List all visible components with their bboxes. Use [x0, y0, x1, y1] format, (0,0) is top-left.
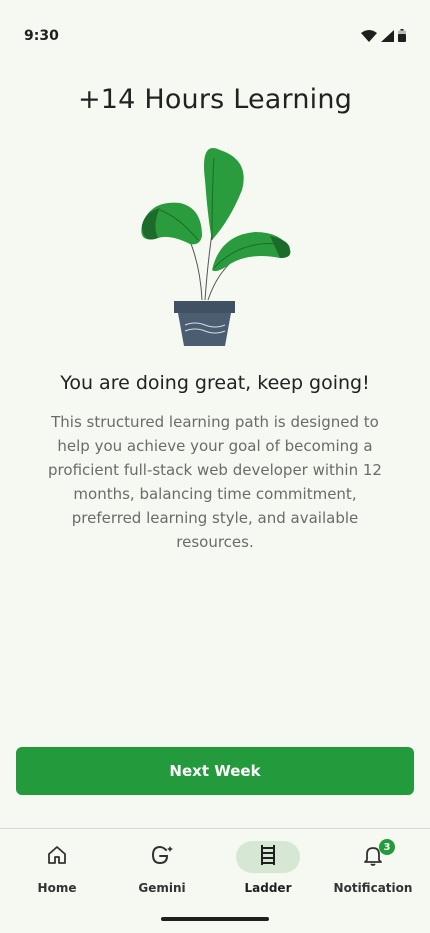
home-icon [46, 844, 68, 871]
nav-item-gemini[interactable]: Gemini [112, 841, 212, 901]
nav-label-ladder: Ladder [244, 881, 292, 895]
nav-item-notification[interactable]: 3 Notification [323, 839, 423, 901]
home-indicator[interactable] [161, 917, 269, 921]
next-week-button[interactable]: Next Week [16, 747, 414, 795]
nav-label-notification: Notification [333, 881, 413, 895]
signal-icon [381, 29, 394, 42]
learning-path-description: This structured learning path is designe… [48, 413, 382, 551]
nav-icon-container: 3 [341, 839, 405, 873]
nav-label-gemini: Gemini [138, 881, 186, 895]
nav-item-ladder[interactable]: Ladder [218, 841, 318, 901]
gemini-icon [150, 844, 174, 871]
status-bar: 9:30 [0, 0, 430, 72]
nav-label-home: Home [37, 881, 77, 895]
status-icons [361, 29, 406, 42]
encouragement-heading: You are doing great, keep going! [60, 372, 370, 394]
wifi-icon [361, 29, 377, 42]
nav-item-home[interactable]: Home [7, 841, 107, 901]
notification-count-badge: 3 [379, 839, 395, 855]
page-title: +14 Hours Learning [77, 84, 353, 115]
battery-icon [398, 29, 406, 42]
status-time: 9:30 [24, 28, 59, 44]
nav-icon-container [130, 841, 194, 873]
plant-illustration [130, 140, 300, 350]
nav-icon-container-active [236, 841, 300, 873]
ladder-icon [260, 844, 276, 870]
nav-icon-container [25, 841, 89, 873]
